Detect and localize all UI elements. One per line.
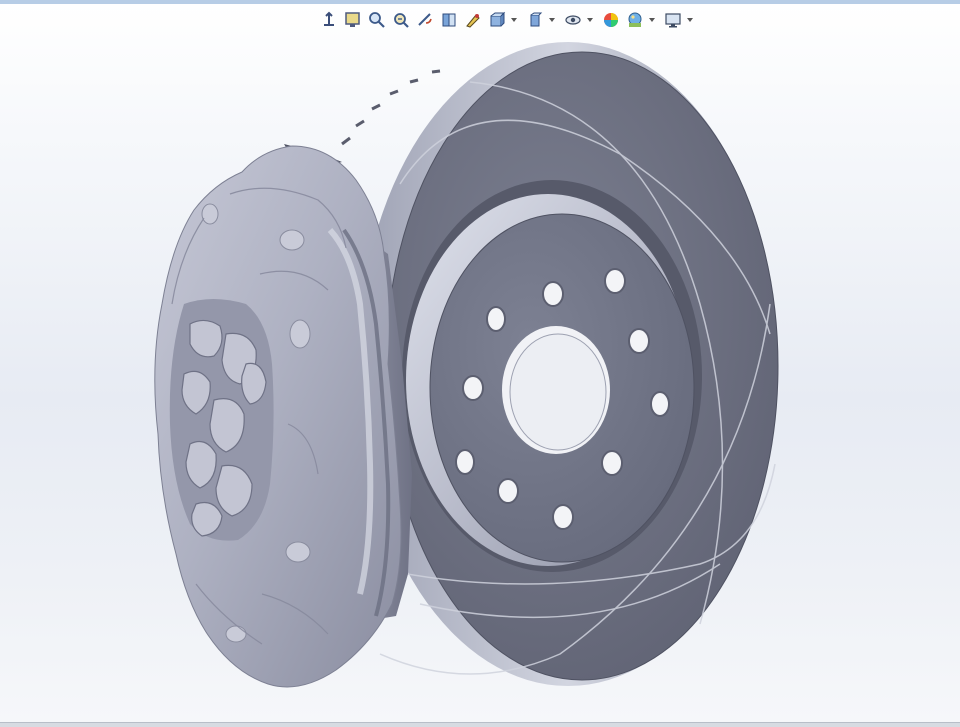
center-bore (502, 326, 610, 454)
display-style-icon[interactable] (524, 9, 546, 31)
rotate-view-icon[interactable] (414, 9, 436, 31)
bolt-hole (455, 449, 475, 475)
view-settings-dropdown-icon[interactable] (686, 9, 694, 31)
graphics-viewport[interactable] (0, 4, 960, 722)
previous-view-icon[interactable] (318, 9, 340, 31)
bolt-hole (628, 328, 650, 354)
hide-show-items-dropdown-icon[interactable] (586, 9, 594, 31)
bolt-hole (604, 268, 626, 294)
hide-show-items-icon[interactable] (562, 9, 584, 31)
zoom-in-out-icon[interactable] (390, 9, 412, 31)
view-orientation-icon[interactable] (486, 9, 508, 31)
bolt-hole (552, 504, 574, 530)
dynamic-annotation-icon[interactable] (462, 9, 484, 31)
section-view-icon[interactable] (438, 9, 460, 31)
model-render[interactable] (0, 4, 960, 722)
bolt-hole (497, 478, 519, 504)
apply-scene-dropdown-icon[interactable] (648, 9, 656, 31)
bolt-hole (486, 306, 506, 332)
brake-caliper[interactable] (154, 144, 412, 688)
heads-up-view-toolbar (318, 8, 698, 32)
bolt-hole (462, 375, 484, 401)
zoom-to-area-icon[interactable] (366, 9, 388, 31)
zoom-to-fit-icon[interactable] (342, 9, 364, 31)
view-settings-icon[interactable] (662, 9, 684, 31)
bolt-hole (650, 391, 670, 417)
window-bottom-border (0, 722, 960, 727)
brake-disc[interactable] (341, 42, 779, 686)
apply-scene-icon[interactable] (624, 9, 646, 31)
display-style-dropdown-icon[interactable] (548, 9, 556, 31)
view-orientation-dropdown-icon[interactable] (510, 9, 518, 31)
bolt-hole (542, 281, 564, 307)
bolt-hole (601, 450, 623, 476)
edit-appearance-icon[interactable] (600, 9, 622, 31)
